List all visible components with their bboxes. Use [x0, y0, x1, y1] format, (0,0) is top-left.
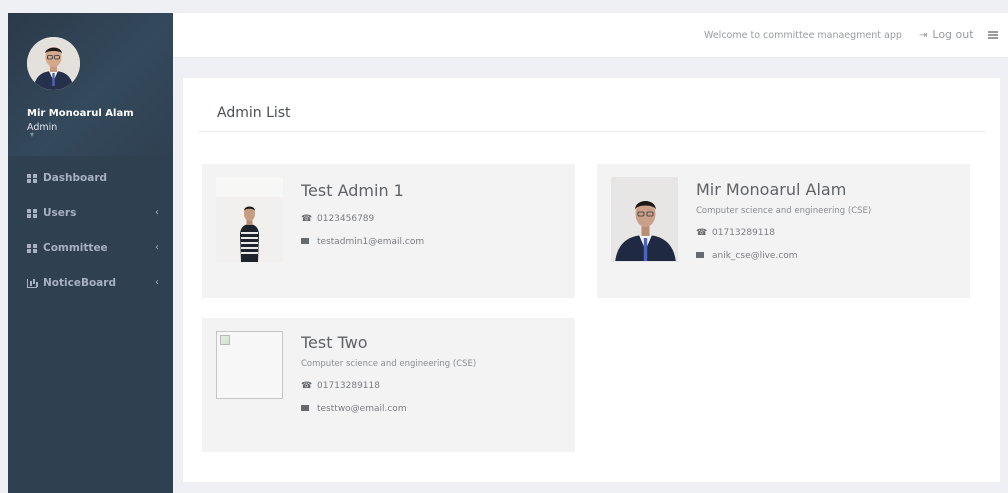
grid-icon: [27, 243, 37, 253]
sidebar-item-label: NoticeBoard: [43, 277, 116, 289]
image-placeholder-icon: [220, 335, 230, 345]
broken-image-icon: [216, 331, 283, 399]
admin-photo: [216, 177, 283, 262]
sidebar-item-label: Dashboard: [43, 172, 108, 184]
caret-down-icon[interactable]: ▾: [30, 130, 34, 139]
chevron-left-icon: ‹: [155, 277, 159, 288]
chevron-left-icon: ‹: [155, 207, 159, 218]
email-text: anik_cse@live.com: [712, 251, 798, 261]
phone-text: 01713289118: [317, 381, 380, 391]
phone-icon: ☎: [301, 381, 313, 391]
logout-button[interactable]: ⇥ Log out: [919, 28, 974, 41]
admin-email: anik_cse@live.com: [696, 251, 798, 261]
sidebar-item-noticeboard[interactable]: NoticeBoard ‹: [8, 271, 173, 295]
admin-card: Test Two Computer science and engineerin…: [202, 318, 575, 452]
phone-text: 01713289118: [712, 228, 775, 238]
email-text: testtwo@email.com: [317, 404, 407, 414]
menu-icon[interactable]: [988, 31, 998, 39]
chevron-left-icon: ‹: [155, 242, 159, 253]
bar-chart-icon: [27, 278, 37, 288]
sidebar: Mir Monoarul Alam Admin ▾ Dashboard User…: [8, 13, 173, 493]
grid-icon: [27, 173, 37, 183]
sign-out-icon: ⇥: [919, 30, 928, 41]
admin-list-panel: Admin List Test Admin 1 ☎ 0123456789 tes…: [183, 78, 1000, 482]
envelope-icon: [696, 251, 704, 258]
admin-department: Computer science and engineering (CSE): [301, 359, 477, 369]
admin-name: Test Admin 1: [301, 181, 404, 200]
logout-label: Log out: [932, 28, 974, 41]
admin-photo: [611, 177, 678, 262]
admin-name: Mir Monoarul Alam: [696, 180, 847, 199]
admin-phone: ☎ 01713289118: [696, 228, 775, 238]
user-avatar[interactable]: [27, 37, 80, 90]
sidebar-item-label: Committee: [43, 242, 108, 254]
envelope-icon: [301, 404, 309, 411]
sidebar-item-label: Users: [43, 207, 77, 219]
phone-icon: ☎: [696, 228, 708, 238]
admin-email: testadmin1@email.com: [301, 237, 424, 247]
email-text: testadmin1@email.com: [317, 237, 425, 247]
sidebar-item-committee[interactable]: Committee ‹: [8, 236, 173, 260]
page-title: Admin List: [217, 105, 291, 121]
welcome-message: Welcome to committee manaegment app: [704, 30, 902, 41]
admin-card: Test Admin 1 ☎ 0123456789 testadmin1@emai…: [202, 164, 575, 298]
phone-text: 0123456789: [317, 214, 375, 224]
admin-card: Mir Monoarul Alam Computer science and e…: [597, 164, 970, 298]
admin-name: Test Two: [301, 333, 368, 352]
phone-icon: ☎: [301, 214, 313, 224]
admin-phone: ☎ 0123456789: [301, 214, 374, 224]
sidebar-item-users[interactable]: Users ‹: [8, 201, 173, 225]
admin-email: testtwo@email.com: [301, 404, 407, 414]
admin-department: Computer science and engineering (CSE): [696, 206, 872, 216]
envelope-icon: [301, 237, 309, 244]
top-navbar: Welcome to committee manaegment app ⇥ Log…: [173, 13, 1008, 58]
divider: [199, 131, 985, 132]
grid-icon: [27, 208, 37, 218]
sidebar-item-dashboard[interactable]: Dashboard: [8, 166, 173, 190]
sidebar-profile: Mir Monoarul Alam Admin ▾: [8, 13, 173, 156]
admin-phone: ☎ 01713289118: [301, 381, 380, 391]
profile-name[interactable]: Mir Monoarul Alam: [27, 108, 134, 119]
